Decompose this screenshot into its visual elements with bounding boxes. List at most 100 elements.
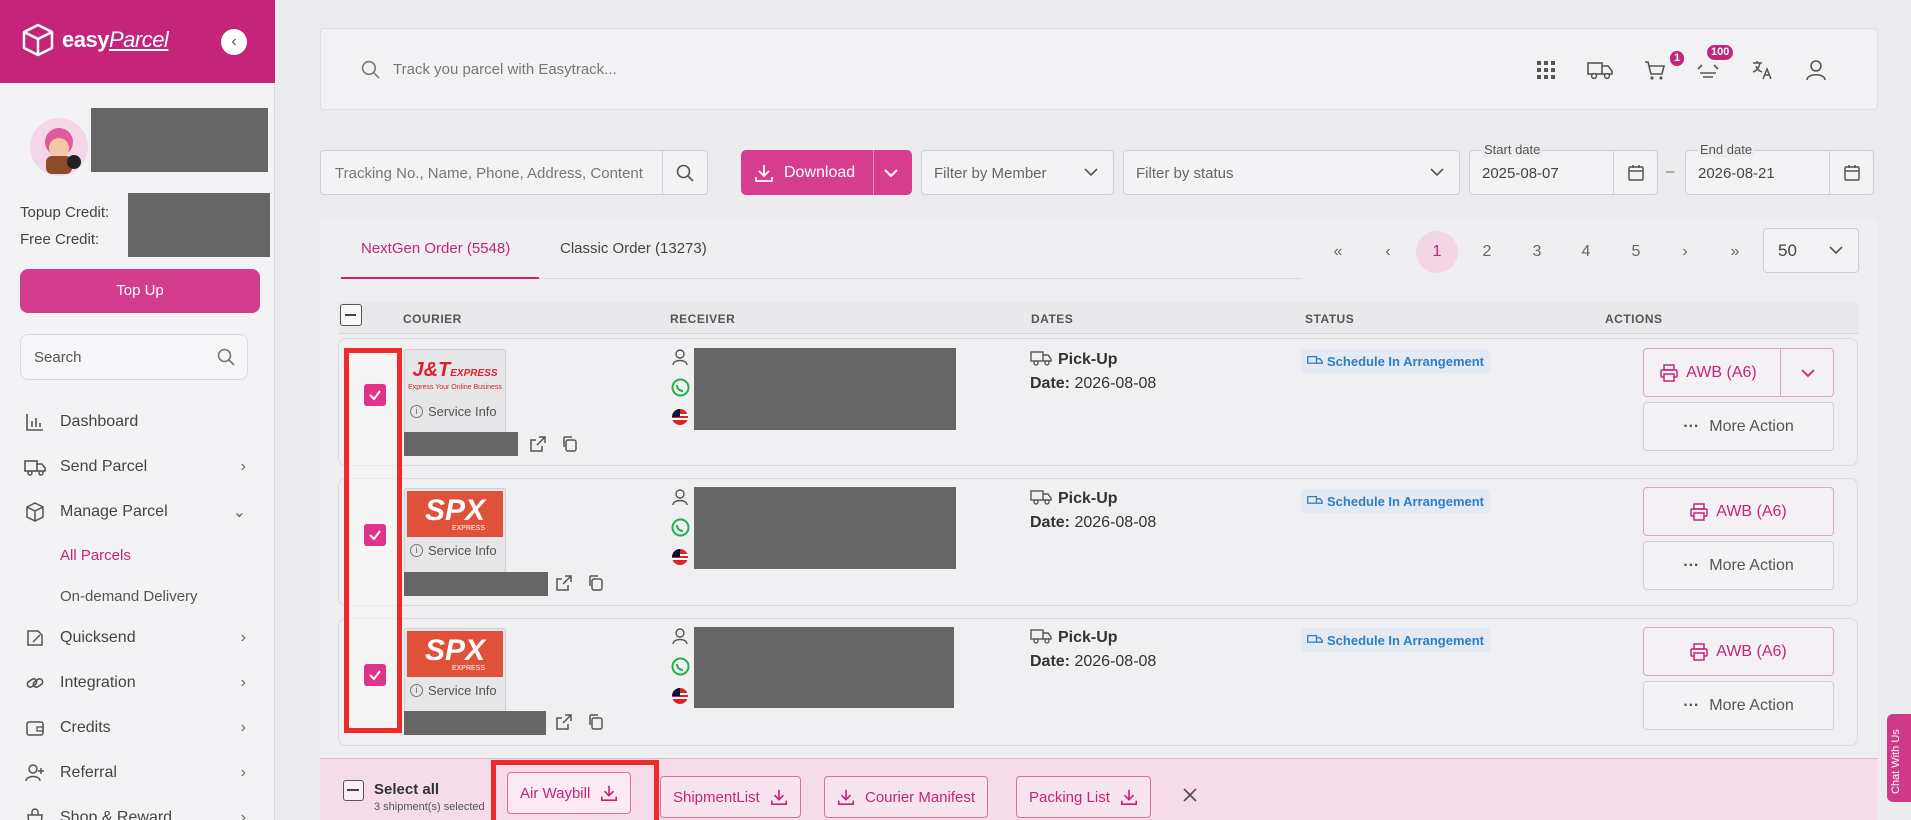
- apps-grid-icon[interactable]: [1532, 57, 1560, 83]
- link-icon: [24, 672, 46, 694]
- sidebar-subitem-on-demand-delivery[interactable]: On-demand Delivery: [60, 588, 198, 605]
- courier-manifest-button[interactable]: Courier Manifest: [824, 776, 989, 818]
- bulk-select-all-checkbox[interactable]: [343, 780, 364, 801]
- page-3-button[interactable]: 3: [1516, 231, 1558, 273]
- collapse-sidebar-button[interactable]: ‹: [221, 29, 247, 55]
- user-profile-icon[interactable]: [1802, 57, 1830, 83]
- row-checkbox-overlay[interactable]: [364, 664, 386, 686]
- calendar-icon[interactable]: [1613, 151, 1657, 194]
- status-badge: Schedule In Arrangement: [1301, 489, 1490, 513]
- next-page-button[interactable]: ›: [1664, 231, 1706, 273]
- sidebar-item-dashboard[interactable]: Dashboard: [24, 407, 246, 437]
- page-2-button[interactable]: 2: [1466, 231, 1508, 273]
- truck-icon: [24, 456, 46, 478]
- sidebar-item-referral[interactable]: Referral ›: [24, 758, 246, 788]
- whatsapp-icon[interactable]: [670, 377, 690, 397]
- tab-classic-order[interactable]: Classic Order (13273): [560, 240, 707, 257]
- easytrack-search-input[interactable]: Track you parcel with Easytrack...: [393, 61, 617, 78]
- shipment-list-button[interactable]: ShipmentList: [660, 776, 801, 818]
- more-action-button[interactable]: ··· More Action: [1643, 681, 1834, 730]
- row-checkbox-overlay[interactable]: [364, 524, 386, 546]
- notification-icon[interactable]: [1694, 57, 1722, 83]
- page-4-button[interactable]: 4: [1565, 231, 1607, 273]
- filter-by-member-select[interactable]: Filter by Member: [921, 150, 1114, 195]
- awb-a6-button[interactable]: AWB (A6): [1643, 348, 1834, 397]
- column-header-dates: DATES: [1031, 312, 1074, 326]
- chevron-right-icon: ›: [240, 809, 246, 820]
- quicksend-icon: [24, 627, 46, 649]
- more-action-button[interactable]: ··· More Action: [1643, 402, 1834, 451]
- first-page-button[interactable]: «: [1317, 231, 1359, 273]
- search-icon: [676, 164, 694, 182]
- download-icon: [770, 789, 787, 806]
- whatsapp-icon[interactable]: [670, 656, 690, 676]
- calendar-icon[interactable]: [1829, 151, 1873, 194]
- truck-icon: [1307, 355, 1323, 364]
- page-5-button[interactable]: 5: [1615, 231, 1657, 273]
- courier-logo-card: J&TEXPRESS Express Your Online Business …: [404, 349, 506, 435]
- awb-a6-button[interactable]: AWB (A6): [1643, 487, 1834, 536]
- chart-icon: [24, 411, 46, 433]
- page-1-button[interactable]: 1: [1416, 231, 1458, 273]
- chevron-right-icon: ›: [240, 719, 246, 736]
- sidebar-item-manage-parcel[interactable]: Manage Parcel ⌄: [24, 497, 246, 527]
- last-page-button[interactable]: »: [1714, 231, 1756, 273]
- courier-logo-card: SPX EXPRESS i Service Info: [404, 488, 506, 574]
- copy-icon[interactable]: [586, 573, 606, 593]
- per-page-select[interactable]: 50: [1763, 228, 1859, 273]
- wallet-icon: [24, 717, 46, 739]
- sidebar-search-input[interactable]: Search: [20, 334, 248, 380]
- sidebar-item-integration[interactable]: Integration ›: [24, 668, 246, 698]
- copy-icon[interactable]: [560, 434, 580, 454]
- close-icon[interactable]: [1180, 785, 1202, 807]
- info-icon: i: [410, 405, 423, 418]
- service-info-button[interactable]: i Service Info: [410, 683, 497, 698]
- sidebar-item-quicksend[interactable]: Quicksend ›: [24, 623, 246, 653]
- packing-list-button[interactable]: Packing List: [1016, 776, 1151, 818]
- tab-nextgen-order[interactable]: NextGen Order (5548): [361, 240, 510, 257]
- parcel-search-input[interactable]: Tracking No., Name, Phone, Address, Cont…: [320, 150, 708, 195]
- chevron-down-icon[interactable]: [1800, 365, 1816, 381]
- external-link-icon[interactable]: [554, 573, 574, 593]
- sidebar-item-shop-reward[interactable]: Shop & Reward ›: [24, 803, 246, 820]
- redacted-tracking-number: [404, 572, 548, 596]
- search-button[interactable]: [662, 151, 707, 194]
- referral-icon: [24, 762, 46, 784]
- spx-express-logo: SPX EXPRESS: [407, 491, 503, 537]
- start-date-field[interactable]: Start date 2025-08-07: [1469, 142, 1658, 195]
- end-date-field[interactable]: End date 2026-08-21: [1685, 142, 1874, 195]
- select-all-checkbox[interactable]: [340, 304, 362, 326]
- easyparcel-logo[interactable]: easyParcel: [20, 22, 169, 58]
- external-link-icon[interactable]: [554, 712, 574, 732]
- filter-by-status-select[interactable]: Filter by status: [1123, 150, 1460, 195]
- download-button[interactable]: Download: [741, 150, 912, 195]
- pickup-type: Pick-Up: [1030, 628, 1118, 647]
- external-link-icon[interactable]: [528, 434, 548, 454]
- delivery-truck-icon[interactable]: [1586, 57, 1614, 83]
- box-icon: [24, 501, 46, 523]
- avatar[interactable]: [30, 118, 88, 176]
- sidebar-item-credits[interactable]: Credits ›: [24, 713, 246, 743]
- prev-page-button[interactable]: ‹: [1367, 231, 1409, 273]
- whatsapp-icon[interactable]: [670, 517, 690, 537]
- copy-icon[interactable]: [586, 712, 606, 732]
- row-checkbox-overlay[interactable]: [364, 384, 386, 406]
- truck-icon: [1307, 634, 1323, 643]
- awb-a6-button[interactable]: AWB (A6): [1643, 627, 1834, 676]
- translate-icon[interactable]: [1748, 57, 1776, 83]
- service-info-button[interactable]: i Service Info: [410, 543, 497, 558]
- sidebar-item-send-parcel[interactable]: Send Parcel ›: [24, 452, 246, 482]
- chevron-right-icon: ›: [240, 458, 246, 475]
- chat-with-us-tab[interactable]: Chat With Us: [1887, 714, 1911, 802]
- air-waybill-highlight-box: [491, 760, 659, 820]
- person-icon: [670, 626, 690, 646]
- pickup-date: Date: 2026-08-08: [1030, 375, 1157, 392]
- cart-icon[interactable]: [1641, 57, 1669, 83]
- sidebar-subitem-all-parcels[interactable]: All Parcels: [60, 547, 131, 564]
- more-action-button[interactable]: ··· More Action: [1643, 541, 1834, 590]
- status-badge: Schedule In Arrangement: [1301, 628, 1490, 652]
- service-info-button[interactable]: i Service Info: [410, 404, 497, 419]
- top-up-button[interactable]: Top Up: [20, 269, 260, 313]
- chevron-right-icon: ›: [240, 764, 246, 781]
- redacted-username: [91, 108, 268, 172]
